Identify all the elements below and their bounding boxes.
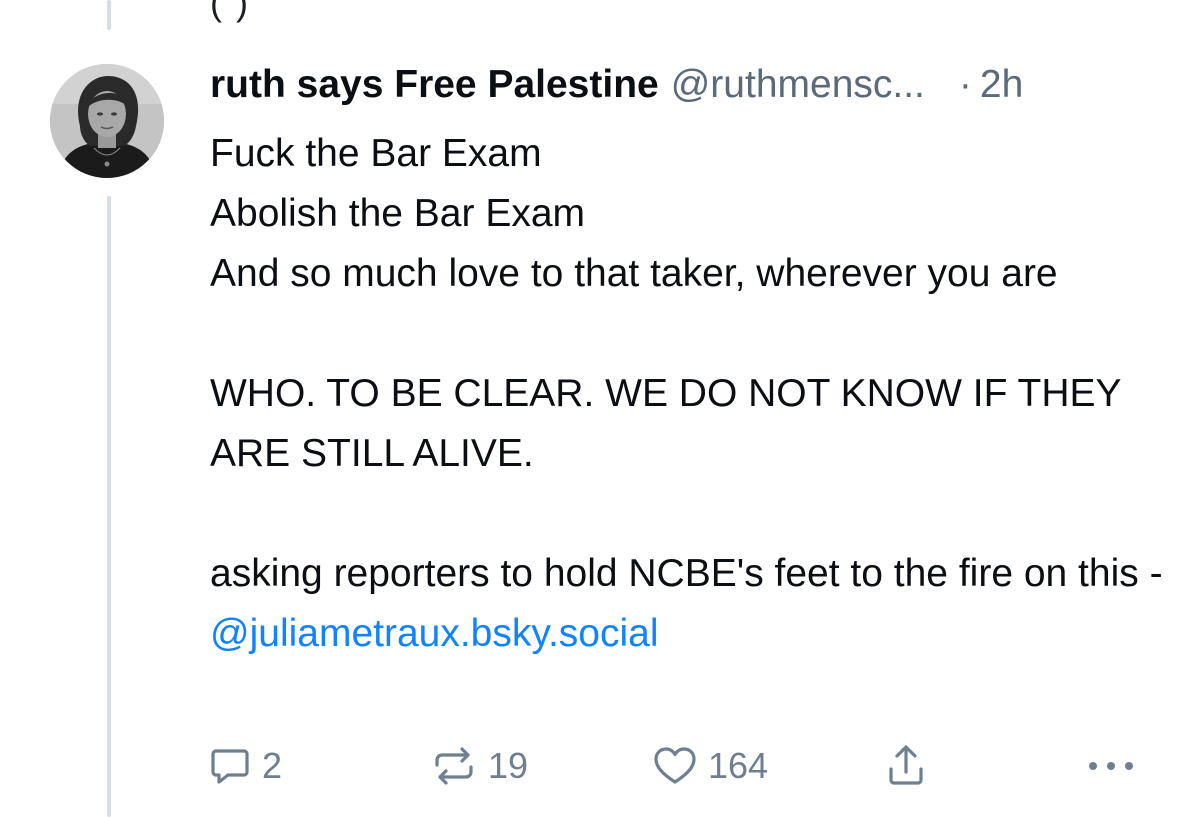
- mention-link[interactable]: @juliametraux.bsky.social: [210, 612, 659, 655]
- share-icon: [889, 745, 923, 785]
- more-options-icon: [1089, 762, 1133, 770]
- reply-count: 2: [262, 745, 283, 786]
- reply-button[interactable]: 2: [208, 738, 282, 794]
- post-text: Fuck the Bar Exam Abolish the Bar Exam A…: [210, 124, 1170, 664]
- author-handle[interactable]: @ruthmensc...: [671, 60, 925, 110]
- reply-icon: [211, 749, 249, 784]
- like-count: 164: [708, 745, 769, 786]
- heart-icon: [654, 747, 696, 784]
- post-header: ruth says Free Palestine @ruthmensc... ·…: [210, 60, 1023, 110]
- post-line: Abolish the Bar Exam: [210, 192, 586, 235]
- avatar[interactable]: [50, 64, 164, 178]
- like-button[interactable]: 164: [652, 738, 768, 794]
- previous-post-fragment: ( ): [210, 0, 250, 23]
- post-actions: 2 19 164: [0, 738, 1200, 794]
- repost-icon: [435, 747, 473, 785]
- avatar-portrait: [50, 64, 164, 178]
- thread-line-top: [107, 0, 111, 30]
- share-button[interactable]: [884, 738, 928, 794]
- post-line-with-mention: asking reporters to hold NCBE's feet to …: [210, 544, 1170, 664]
- post-line: And so much love to that taker, wherever…: [210, 252, 1058, 295]
- post-line: WHO. TO BE CLEAR. WE DO NOT KNOW IF THEY…: [210, 372, 1121, 475]
- separator-dot: ·: [958, 63, 972, 106]
- post-line: Fuck the Bar Exam: [210, 132, 542, 175]
- repost-button[interactable]: 19: [430, 738, 528, 794]
- post-line-text: asking reporters to hold NCBE's feet to …: [210, 552, 1163, 595]
- more-options-button[interactable]: [1086, 738, 1136, 794]
- thread-line-bottom: [107, 196, 111, 817]
- post-timestamp[interactable]: 2h: [980, 60, 1023, 110]
- repost-count: 19: [488, 745, 529, 786]
- author-name[interactable]: ruth says Free Palestine: [210, 60, 659, 110]
